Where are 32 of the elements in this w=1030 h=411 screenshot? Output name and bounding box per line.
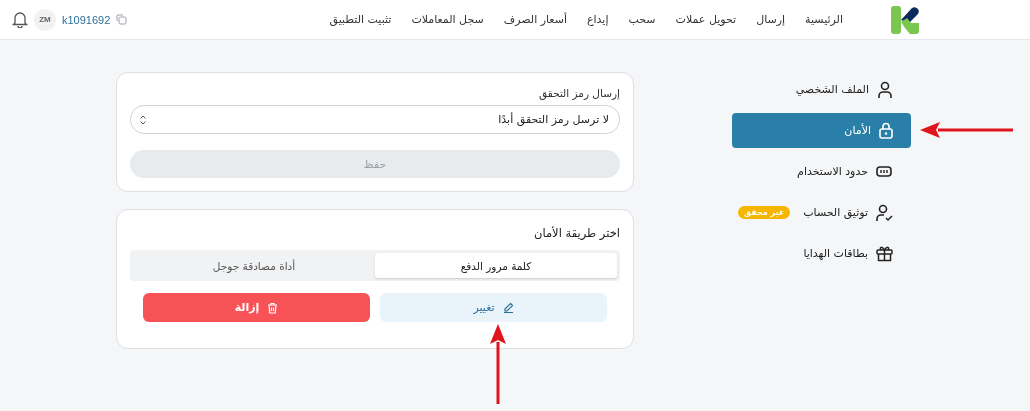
logo-icon[interactable] bbox=[891, 5, 920, 34]
trash-icon bbox=[267, 301, 279, 314]
tab[interactable]: أداة مصادقة جوجل bbox=[133, 253, 375, 278]
sidebar-item[interactable]: حدود الاستخدام bbox=[732, 154, 911, 189]
tab[interactable]: كلمة مرور الدفع bbox=[375, 253, 617, 278]
user-check-icon bbox=[876, 203, 893, 222]
lock-icon bbox=[879, 122, 893, 139]
battery-icon bbox=[876, 166, 893, 177]
account-id: k1091692 bbox=[62, 13, 111, 26]
nav-link[interactable]: أسعار الصرف bbox=[503, 13, 567, 26]
avatar[interactable]: ZM bbox=[34, 8, 56, 31]
nav-link[interactable]: الرئيسية bbox=[805, 13, 843, 26]
sidebar-item[interactable]: الأمان bbox=[732, 113, 911, 148]
sidebar-item[interactable]: توثيق الحساب غير محقق bbox=[732, 195, 911, 230]
field-label: إرسال رمز التحقق bbox=[538, 87, 620, 99]
select-field[interactable]: لا ترسل رمز التحقق أبدًا bbox=[130, 105, 620, 134]
card-title: اختر طريقة الأمان bbox=[533, 226, 620, 240]
nav-link[interactable]: تحويل عملات bbox=[675, 13, 737, 26]
sidebar-item[interactable]: الملف الشخصي bbox=[732, 72, 911, 107]
nav-link[interactable]: إيداع bbox=[586, 13, 609, 26]
pencil-icon bbox=[502, 302, 514, 313]
change-button[interactable]: تغيير bbox=[380, 293, 607, 322]
user-icon bbox=[877, 80, 893, 99]
nav-link[interactable]: إرسال bbox=[756, 13, 786, 26]
chevron-icon bbox=[139, 113, 147, 126]
nav-link[interactable]: تثبيت التطبيق bbox=[329, 13, 392, 26]
nav-link[interactable]: سجل المعاملات bbox=[411, 13, 484, 26]
sidebar-item[interactable]: بطاقات الهدايا bbox=[732, 236, 911, 271]
bell-icon[interactable] bbox=[12, 11, 28, 28]
nav-link[interactable]: سحب bbox=[628, 13, 656, 26]
gift-icon bbox=[876, 245, 893, 262]
status-badge: غير محقق bbox=[738, 206, 791, 219]
